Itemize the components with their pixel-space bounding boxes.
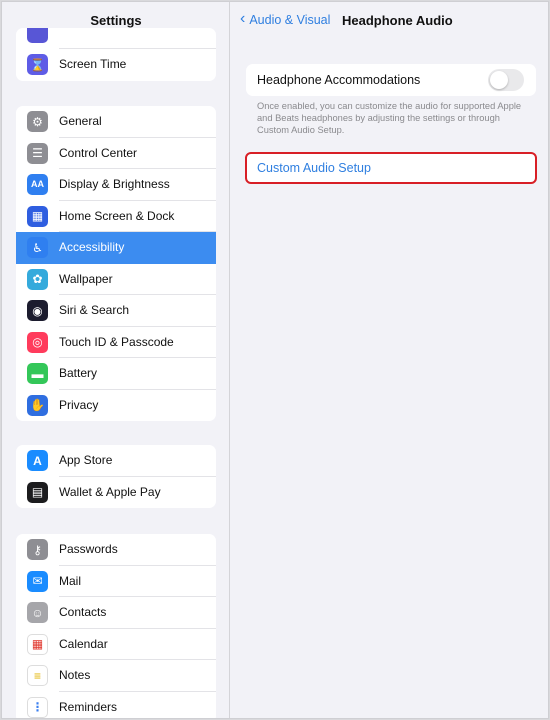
wallet-icon: ▤ [27, 481, 48, 503]
toggle-knob [490, 71, 508, 89]
toggles-icon: ☰ [27, 142, 48, 164]
hourglass-icon: ⌛ [27, 54, 48, 75]
back-button[interactable]: ‹ Audio & Visual [240, 10, 331, 28]
sidebar-item-privacy[interactable]: ✋ Privacy [16, 390, 216, 422]
sidebar-item-label: Contacts [59, 605, 107, 619]
sidebar-item-control-center[interactable]: ☰ Control Center [16, 138, 216, 169]
sidebar-item-partial[interactable] [16, 28, 216, 49]
sidebar-item-label: Wallpaper [59, 271, 113, 286]
back-label: Audio & Visual [249, 13, 331, 27]
sidebar-item-notes[interactable]: ≡ Notes [16, 660, 216, 692]
sidebar-item-touch-id-passcode[interactable]: ◎ Touch ID & Passcode [16, 327, 216, 358]
sidebar-item-screen-time[interactable]: ⌛ Screen Time [16, 49, 216, 81]
sidebar-item-calendar[interactable]: ▦ Calendar [16, 629, 216, 660]
flower-icon: ✿ [27, 268, 48, 290]
siri-icon: ◉ [27, 300, 48, 321]
sidebar-item-label: App Store [59, 453, 113, 467]
sidebar-item-app-store[interactable]: A App Store [16, 445, 216, 477]
sidebar-item-battery[interactable]: ▬ Battery [16, 358, 216, 390]
sidebar-item-label: Mail [59, 573, 82, 588]
sidebar-item-mail[interactable]: ✉ Mail [16, 566, 216, 597]
sidebar-item-contacts[interactable]: ☺ Contacts [16, 597, 216, 629]
headphone-accommodations-label: Headphone Accommodations [257, 73, 421, 87]
chevron-left-icon: ‹ [240, 10, 246, 27]
sidebar-item-label: Control Center [59, 145, 138, 160]
ipad-screen: Settings ⌛ Screen Time ⚙ General ☰ Control C… [1, 1, 549, 719]
reminders-icon: ⋮ [27, 696, 48, 718]
sidebar-item-passwords[interactable]: ⚷ Passwords [16, 534, 216, 566]
sidebar-item-accessibility[interactable]: ♿ Accessibility [16, 232, 216, 264]
sidebar-item-siri-search[interactable]: ◉ Siri & Search [16, 295, 216, 327]
custom-audio-setup-label: Custom Audio Setup [257, 161, 371, 175]
sidebar-item-label: Calendar [59, 636, 108, 651]
sidebar-item-label: Siri & Search [59, 303, 130, 317]
sidebar-item-label: Touch ID & Passcode [59, 334, 174, 349]
headphone-accommodations-row: Headphone Accommodations [246, 64, 536, 96]
sidebar-item-label: Privacy [59, 397, 99, 412]
hand-icon: ✋ [27, 394, 48, 416]
sidebar-item-wallet-apple-pay[interactable]: ▤ Wallet & Apple Pay [16, 477, 216, 509]
sidebar-item-label: Notes [59, 668, 91, 682]
sidebar-item-label: Home Screen & Dock [59, 208, 175, 223]
accommodations-footnote: Once enabled, you can customize the audi… [257, 101, 522, 135]
sidebar-item-label: Display & Brightness [59, 177, 170, 191]
sidebar-item-wallpaper[interactable]: ✿ Wallpaper [16, 264, 216, 295]
sidebar-group-store: A App Store ▤ Wallet & Apple Pay [16, 445, 216, 508]
sidebar-group-general: ⚙ General ☰ Control Center AA Display & Brigh… [16, 106, 216, 421]
sidebar-item-label: Screen Time [59, 57, 127, 71]
notes-icon: ≡ [27, 665, 48, 686]
sidebar-title: Settings [90, 13, 142, 28]
sidebar-item-display-brightness[interactable]: AA Display & Brightness [16, 169, 216, 201]
key-icon: ⚷ [27, 539, 48, 560]
sidebar-item-label: Passwords [59, 542, 118, 556]
sidebar-item-label: Accessibility [59, 240, 125, 254]
sidebar-group-screen-time: ⌛ Screen Time [16, 28, 216, 81]
settings-sidebar: Settings ⌛ Screen Time ⚙ General ☰ Control C… [2, 2, 230, 719]
calendar-icon: ▦ [27, 633, 48, 655]
gear-icon: ⚙ [27, 111, 48, 132]
sidebar-item-label: General [59, 114, 102, 128]
fingerprint-icon: ◎ [27, 331, 48, 353]
grid-icon: ▦ [27, 205, 48, 227]
sidebar-item-label: Reminders [59, 699, 118, 714]
sidebar-item-label: Wallet & Apple Pay [59, 484, 161, 499]
contacts-icon: ☺ [27, 602, 48, 623]
text-size-icon: AA [27, 174, 48, 195]
partial-icon [27, 28, 48, 43]
page-title: Headphone Audio [342, 13, 453, 28]
accessibility-icon: ♿ [27, 237, 48, 258]
sidebar-item-home-screen-dock[interactable]: ▦ Home Screen & Dock [16, 201, 216, 232]
sidebar-item-reminders[interactable]: ⋮ Reminders [16, 692, 216, 719]
sidebar-item-general[interactable]: ⚙ General [16, 106, 216, 138]
mail-icon: ✉ [27, 570, 48, 592]
headphone-accommodations-toggle[interactable] [488, 69, 524, 91]
sidebar-item-label: Battery [59, 366, 98, 380]
custom-audio-setup-button[interactable]: Custom Audio Setup [246, 153, 536, 183]
detail-pane: ‹ Audio & Visual Headphone Audio Headpho… [231, 2, 548, 718]
battery-icon: ▬ [27, 363, 48, 384]
app-store-icon: A [27, 450, 48, 471]
sidebar-group-accounts: ⚷ Passwords ✉ Mail ☺ Contacts ▦ Calendar ≡ Notes ⋮… [16, 534, 216, 719]
